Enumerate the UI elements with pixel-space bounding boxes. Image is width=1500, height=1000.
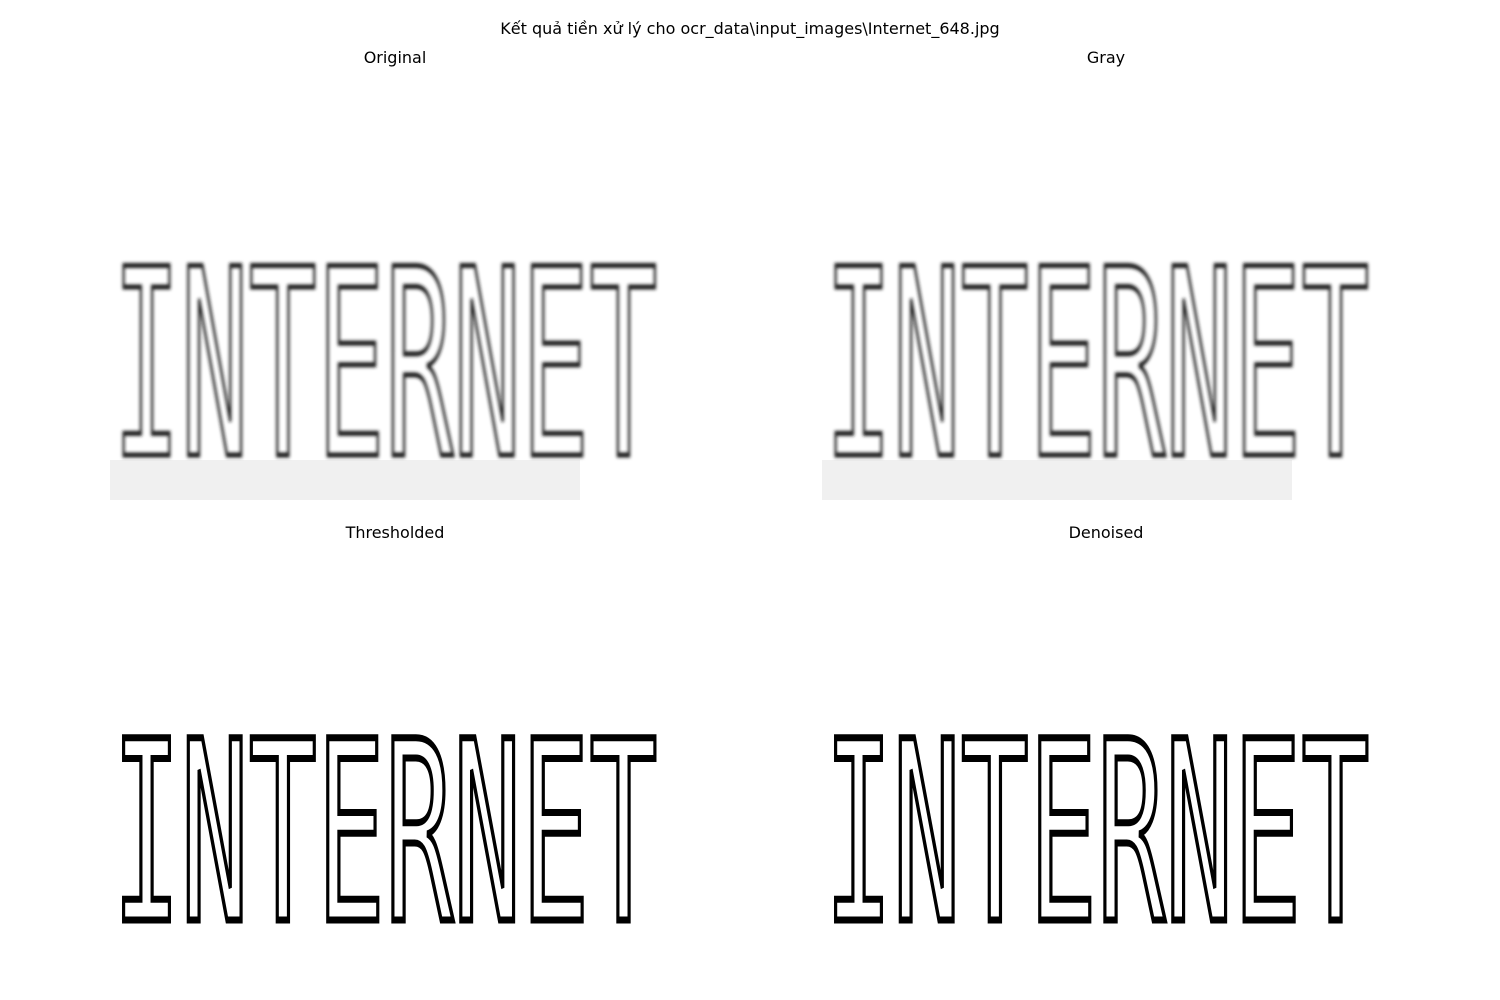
image-panel-thresholded: INTERNET xyxy=(100,660,670,950)
internet-word-image-original: INTERNET xyxy=(100,170,670,510)
image-panel-denoised: INTERNET xyxy=(812,660,1382,950)
panel-title-gray: Gray xyxy=(1086,48,1126,67)
panel-title-original: Original xyxy=(363,48,427,67)
internet-word-image-gray: INTERNET xyxy=(812,170,1382,510)
panel-word-denoised: INTERNET xyxy=(825,688,1370,950)
panel-title-denoised: Denoised xyxy=(1068,523,1144,542)
internet-word-image-denoised: INTERNET xyxy=(812,660,1382,950)
panel-word-thresholded: INTERNET xyxy=(113,688,658,950)
image-panel-original: INTERNET xyxy=(100,170,670,510)
image-panel-gray: INTERNET xyxy=(812,170,1382,510)
figure-title: Kết quả tiền xử lý cho ocr_data\input_im… xyxy=(500,19,1000,38)
internet-word-image-thresholded: INTERNET xyxy=(100,660,670,950)
panel-title-thresholded: Thresholded xyxy=(345,523,445,542)
